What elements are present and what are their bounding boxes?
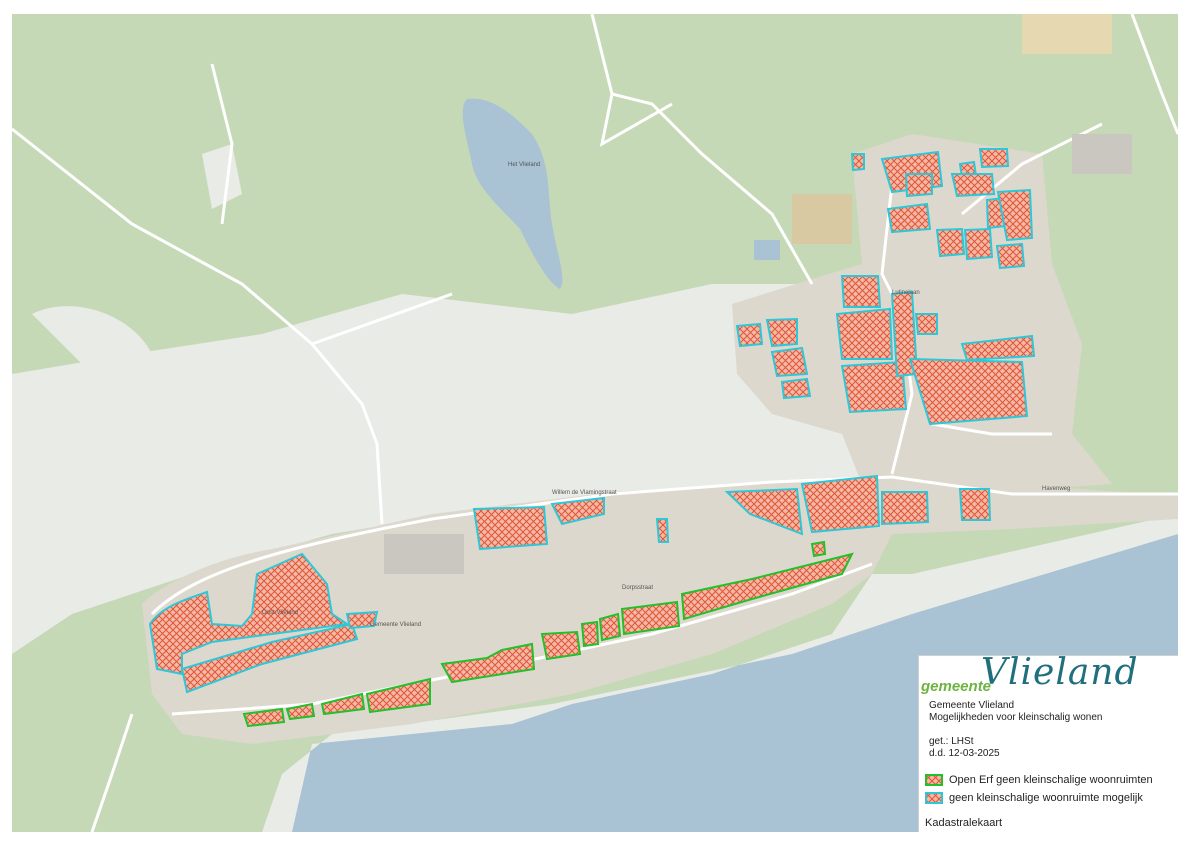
- street-label: Havenweg: [1042, 486, 1070, 492]
- logo-script: Vlieland: [981, 652, 1139, 693]
- map-info: Gemeente Vlieland Mogelijkheden voor kle…: [929, 700, 1102, 760]
- pool: [754, 240, 780, 260]
- sand-field: [792, 194, 852, 244]
- lake-label: Het Vlieland: [508, 162, 540, 168]
- legend-label: geen kleinschalige woonruimte mogelijk: [949, 792, 1143, 804]
- org-name: Gemeente Vlieland: [929, 700, 1015, 711]
- building-block: [384, 534, 464, 574]
- street-label: Willem de Vlamingstraat: [552, 490, 617, 496]
- street-label: Dorpsstraat: [622, 585, 653, 591]
- drawn-by: get.: LHSt: [929, 736, 974, 747]
- map-date: d.d. 12-03-2025: [929, 748, 1000, 759]
- street-label: Oost-Vlieland: [262, 610, 298, 616]
- hatch-swatch-cyan-icon: [925, 792, 943, 804]
- hatch-swatch-green-icon: [925, 774, 943, 786]
- map-subtitle: Mogelijkheden voor kleinschalig wonen: [929, 712, 1103, 723]
- center-label: Gemeente Vlieland: [370, 622, 421, 628]
- map-legend: gemeente Vlieland Gemeente Vlieland Moge…: [918, 652, 1179, 832]
- legend-item-open-erf[interactable]: Open Erf geen kleinschalige woonruimten: [925, 774, 1153, 786]
- base-layer-label: Kadastralekaart: [925, 817, 1003, 829]
- legend-label: Open Erf geen kleinschalige woonruimten: [949, 774, 1153, 786]
- municipality-logo: gemeente Vlieland: [919, 652, 1179, 698]
- sand-field: [1022, 14, 1112, 54]
- building-block: [1072, 134, 1132, 174]
- street-label: Lutinelaan: [892, 290, 920, 296]
- legend-item-geen-woonruimte[interactable]: geen kleinschalige woonruimte mogelijk: [925, 792, 1143, 804]
